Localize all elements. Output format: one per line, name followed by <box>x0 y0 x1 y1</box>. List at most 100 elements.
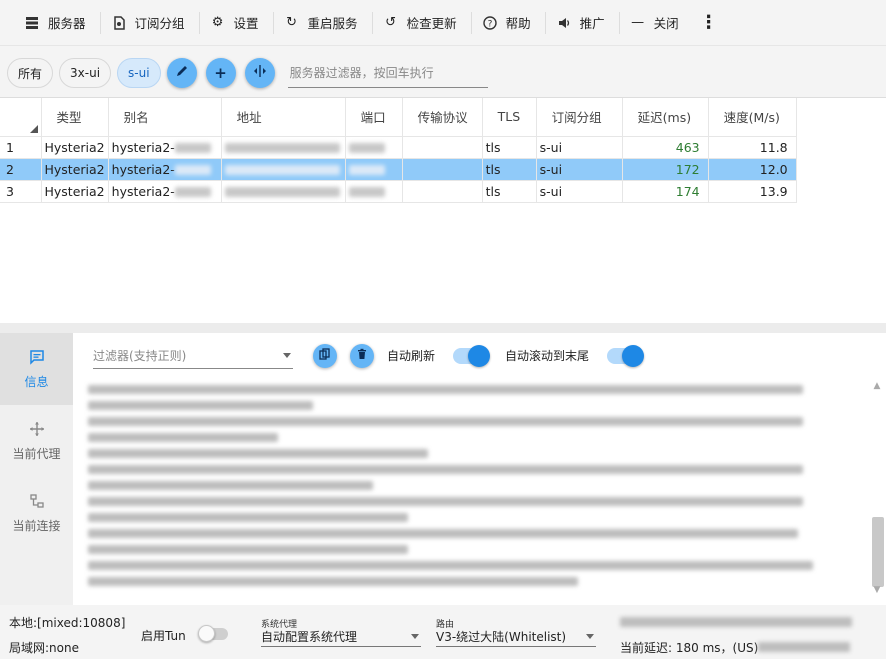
cell-latency: 174 <box>622 180 709 203</box>
redacted-text <box>88 560 813 570</box>
cell-transport <box>402 136 483 159</box>
column-header-latency[interactable]: 延迟(ms) <box>622 98 709 137</box>
help-button[interactable]: ? 帮助 <box>472 0 545 46</box>
toggle-knob <box>622 344 645 367</box>
column-header-tls[interactable]: TLS <box>482 98 537 137</box>
cell-port <box>345 158 403 181</box>
auto-scroll-label: 自动滚动到末尾 <box>505 349 590 363</box>
cell-speed: 13.9 <box>708 180 797 203</box>
servers-button[interactable]: 服务器 <box>14 0 100 46</box>
chip-all-label: 所有 <box>18 66 43 81</box>
chip-3x-ui[interactable]: 3x-ui <box>59 58 112 88</box>
column-header-type[interactable]: 类型 <box>41 98 109 137</box>
cell-latency: 172 <box>622 158 709 181</box>
toggle-knob <box>468 344 491 367</box>
cell-alias-text: hysteria2- <box>111 161 175 177</box>
close-button[interactable]: — 关闭 <box>620 0 693 46</box>
toggle-knob <box>198 625 215 642</box>
redacted-text <box>88 512 408 522</box>
redacted-text <box>88 480 373 490</box>
table-row[interactable]: 1 Hysteria2 hysteria2- tls s-ui 463 11.8 <box>0 136 797 159</box>
promote-button[interactable]: 推广 <box>546 0 619 46</box>
chip-s-ui-label: s-ui <box>128 66 150 80</box>
subscription-label: 订阅分组 <box>134 16 185 31</box>
pane-splitter[interactable] <box>0 323 886 333</box>
help-icon: ? <box>482 15 498 31</box>
select-all-corner[interactable] <box>0 98 42 137</box>
check-update-label: 检查更新 <box>406 16 457 31</box>
scrollbar-thumb[interactable] <box>872 517 884 587</box>
clear-log-button[interactable] <box>350 343 374 368</box>
cell-port <box>345 136 403 159</box>
column-header-group[interactable]: 订阅分组 <box>536 98 623 137</box>
redacted-text <box>88 400 313 410</box>
copy-log-button[interactable] <box>313 343 337 368</box>
cell-type: Hysteria2 <box>41 180 109 203</box>
chevron-down-icon <box>586 634 594 639</box>
check-update-button[interactable]: ↺ 检查更新 <box>373 0 471 46</box>
chip-s-ui[interactable]: s-ui <box>117 58 161 88</box>
nav-item-connections[interactable]: 当前连接 <box>0 477 73 549</box>
row-number: 3 <box>0 180 42 203</box>
subscription-button[interactable]: 订阅分组 <box>101 0 199 46</box>
cell-tls: tls <box>482 158 537 181</box>
chevron-down-icon[interactable] <box>283 352 291 358</box>
scroll-up-icon[interactable]: ▲ <box>871 381 883 395</box>
log-filter-input[interactable]: 过滤器(支持正则) <box>93 343 293 369</box>
log-line <box>88 381 818 397</box>
speaker-icon <box>556 15 572 31</box>
settings-label: 设置 <box>233 16 259 31</box>
column-header-transport[interactable]: 传输协议 <box>402 98 483 137</box>
auto-scroll-toggle[interactable] <box>607 344 645 367</box>
restart-service-button[interactable]: ↻ 重启服务 <box>274 0 372 46</box>
toolbar: 服务器 订阅分组 ⚙ 设置 ↻ 重启服务 ↺ 检查更新 ? 帮助 推广 — 关闭 ⋮ <box>0 0 886 46</box>
settings-button[interactable]: ⚙ 设置 <box>200 0 273 46</box>
log-line <box>88 445 818 461</box>
log-line <box>88 557 818 573</box>
routing-select[interactable]: V3-绕过大陆(Whitelist) <box>436 627 596 647</box>
tun-toggle[interactable] <box>198 625 228 642</box>
add-group-button[interactable]: + <box>205 58 236 88</box>
server-filter-input[interactable]: 服务器过滤器，按回车执行 <box>287 58 488 88</box>
log-line <box>88 573 818 589</box>
log-panel: 过滤器(支持正则) 自动刷新 自动滚动到末尾 ▲ ▼ <box>73 333 886 605</box>
edit-group-button[interactable] <box>166 58 197 88</box>
log-toolbar: 过滤器(支持正则) 自动刷新 自动滚动到末尾 <box>73 333 886 378</box>
proxy-icon <box>29 421 45 441</box>
split-icon <box>253 64 267 82</box>
cell-group: s-ui <box>536 158 623 181</box>
cell-speed: 12.0 <box>708 158 797 181</box>
trash-icon <box>356 348 368 363</box>
log-line <box>88 509 818 525</box>
auto-refresh-toggle[interactable] <box>453 344 491 367</box>
more-menu-icon[interactable]: ⋮ <box>699 12 719 33</box>
column-header-alias[interactable]: 别名 <box>108 98 222 137</box>
cell-address <box>221 158 346 181</box>
scroll-down-icon[interactable]: ▼ <box>871 585 883 599</box>
log-scrollbar[interactable]: ▲ ▼ <box>871 381 884 599</box>
table-row[interactable]: 3 Hysteria2 hysteria2- tls s-ui 174 13.9 <box>0 180 797 203</box>
column-header-address[interactable]: 地址 <box>221 98 346 137</box>
group-filter-bar: 所有 3x-ui s-ui + 服务器过滤器，按回车执行 <box>0 50 886 96</box>
gear-icon: ⚙ <box>211 15 224 30</box>
nav-item-current-proxy[interactable]: 当前代理 <box>0 405 73 477</box>
nav-item-info[interactable]: 信息 <box>0 333 73 405</box>
row-number: 1 <box>0 136 42 159</box>
copy-icon <box>319 348 331 363</box>
chip-all[interactable]: 所有 <box>7 58 54 88</box>
table-row-selected[interactable]: 2 Hysteria2 hysteria2- tls s-ui 172 12.0 <box>0 158 797 181</box>
chip-3x-ui-label: 3x-ui <box>70 66 101 80</box>
column-header-speed[interactable]: 速度(M/s) <box>708 98 797 137</box>
redacted-text <box>88 384 803 394</box>
redacted-text <box>348 143 385 153</box>
cell-tls: tls <box>482 136 537 159</box>
sort-group-button[interactable] <box>244 58 275 88</box>
help-label: 帮助 <box>505 16 531 31</box>
cell-address <box>221 136 346 159</box>
system-proxy-select[interactable]: 自动配置系统代理 <box>261 627 421 647</box>
servers-label: 服务器 <box>48 16 86 31</box>
server-table: 类型 别名 地址 端口 传输协议 TLS 订阅分组 延迟(ms) 速度(M/s)… <box>0 97 886 323</box>
column-header-port[interactable]: 端口 <box>345 98 403 137</box>
close-label: 关闭 <box>653 16 679 31</box>
restart-service-label: 重启服务 <box>307 16 358 31</box>
